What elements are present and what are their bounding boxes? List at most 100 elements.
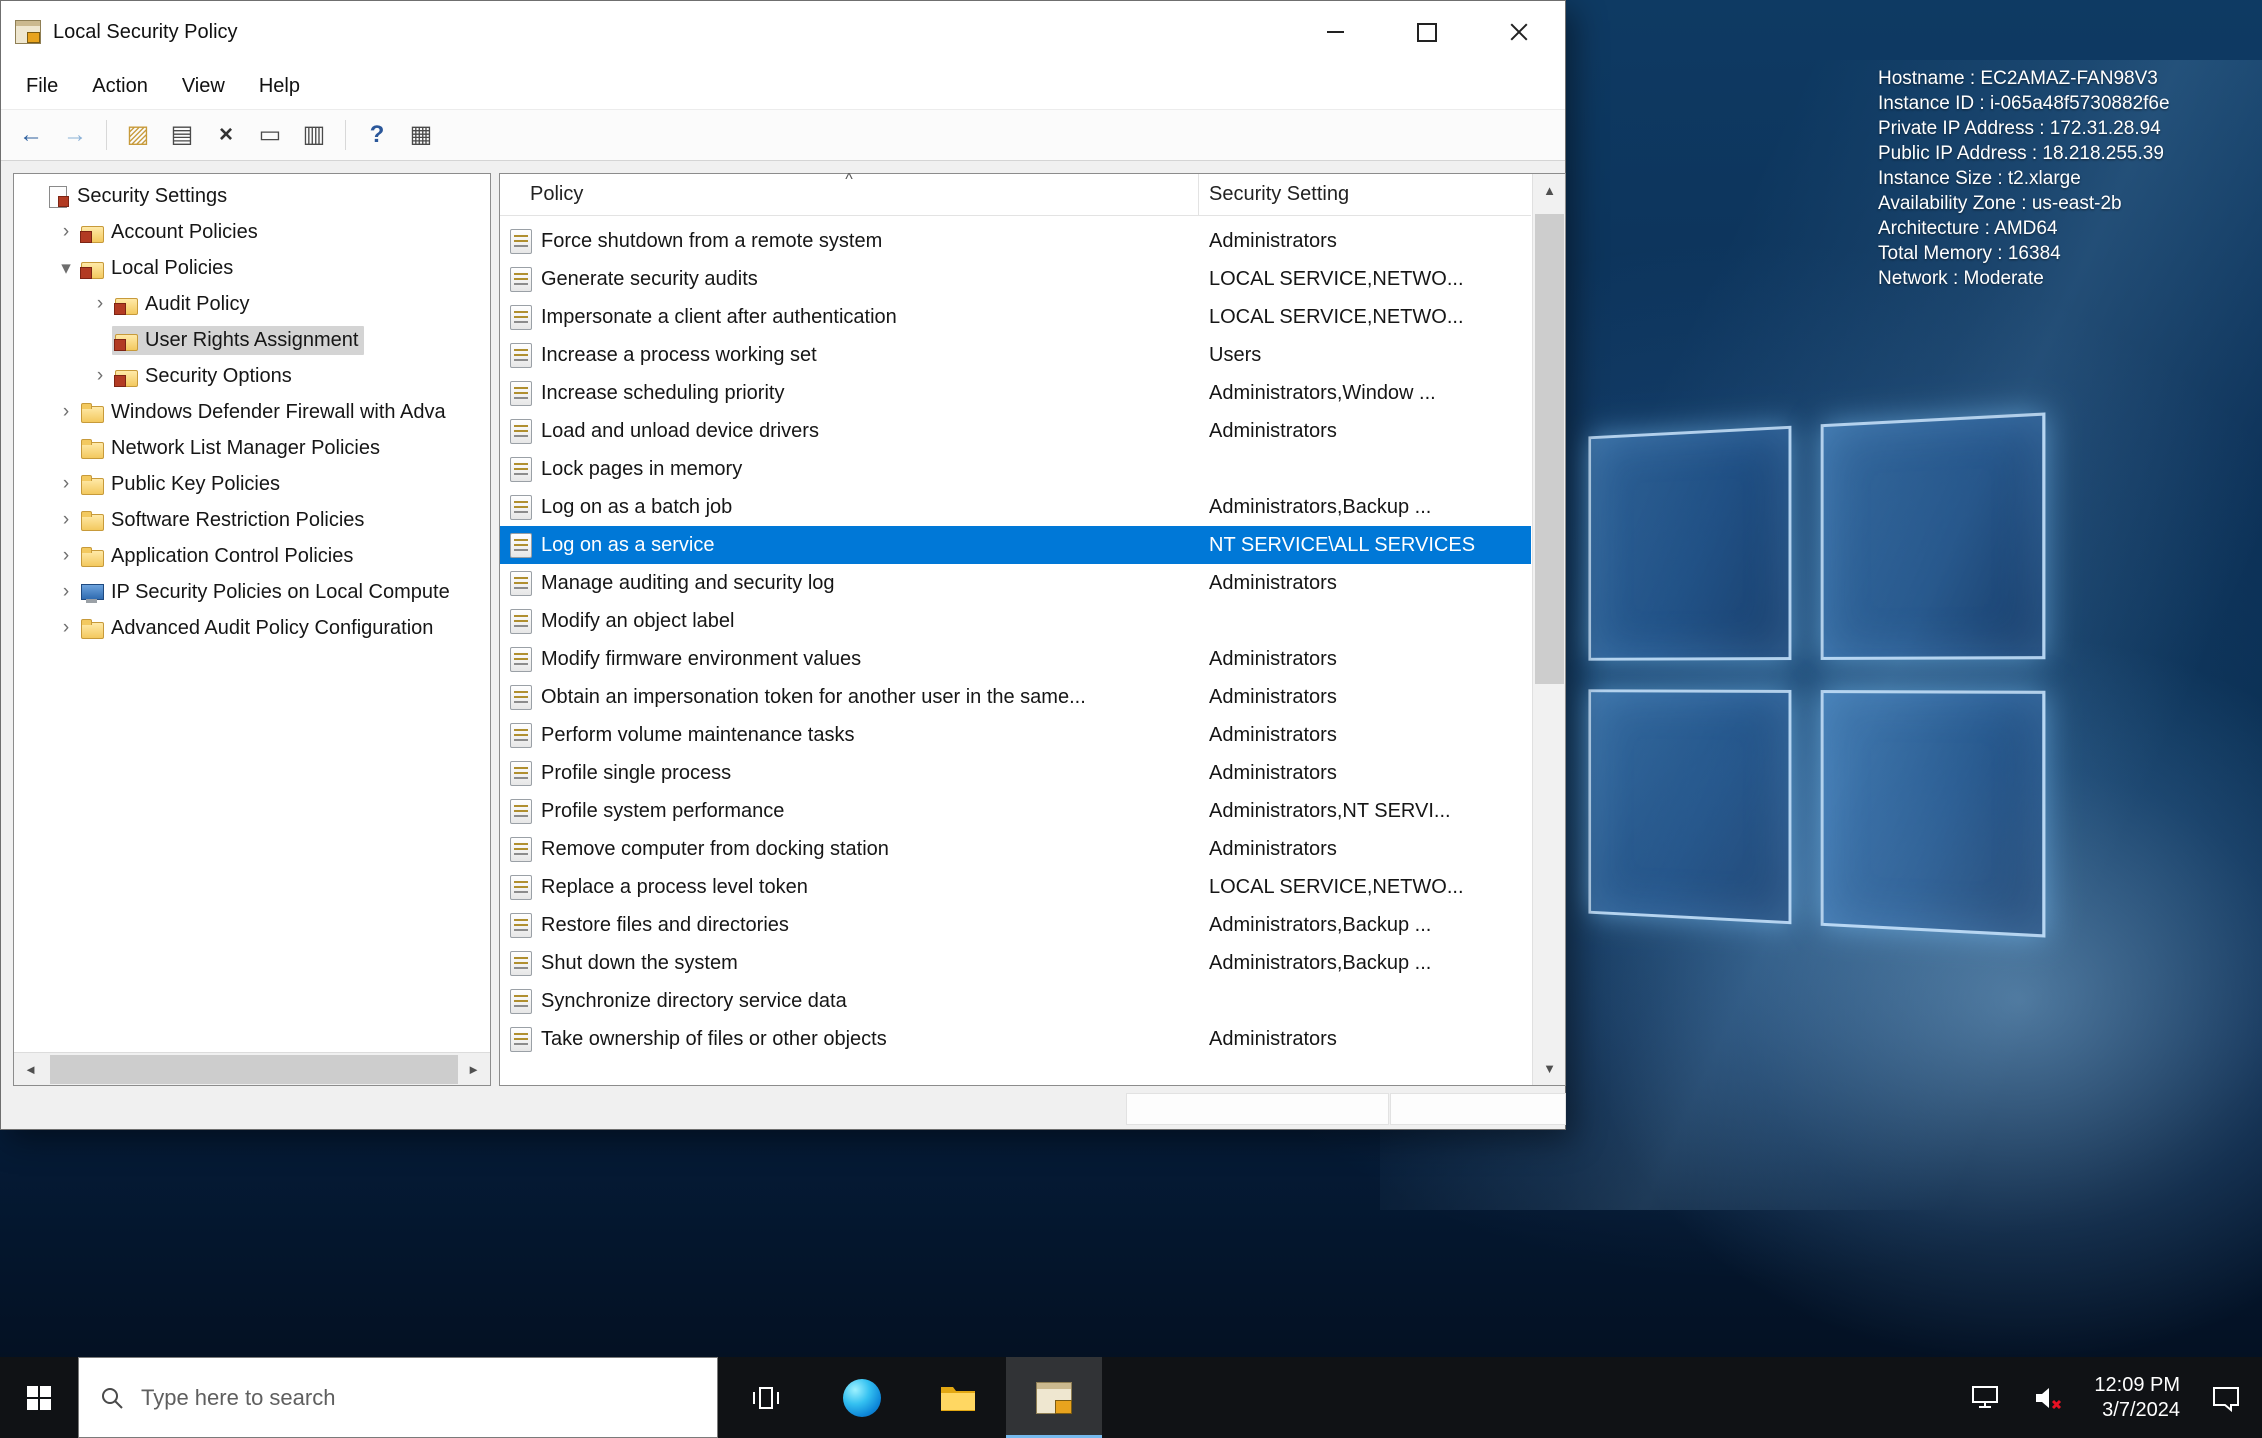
expander-icon[interactable]: › <box>54 509 78 531</box>
policy-row-synchronize-directory-service-data[interactable]: Synchronize directory service data <box>500 982 1531 1020</box>
policy-row-load-and-unload-device-drivers[interactable]: Load and unload device drivers Administr… <box>500 412 1531 450</box>
scroll-right-icon[interactable]: ► <box>457 1053 490 1085</box>
tree-item-label: Software Restriction Policies <box>111 508 365 531</box>
file-explorer-button[interactable] <box>910 1357 1006 1438</box>
policy-document-icon <box>510 228 532 254</box>
expander-icon[interactable]: › <box>88 365 112 387</box>
tree-item-public-key-policies[interactable]: › Public Key Policies <box>14 466 490 502</box>
expander-icon[interactable]: › <box>54 221 78 243</box>
scroll-left-icon[interactable]: ◄ <box>14 1053 47 1085</box>
task-view-button[interactable] <box>718 1357 814 1438</box>
menu-action[interactable]: Action <box>75 63 165 109</box>
policy-row-obtain-an-impersonation-token-for-another-us[interactable]: Obtain an impersonation token for anothe… <box>500 678 1531 716</box>
expander-icon[interactable]: › <box>54 617 78 639</box>
policy-setting: Administrators <box>1209 723 1337 746</box>
scroll-up-icon[interactable]: ▲ <box>1533 174 1566 207</box>
policy-row-impersonate-a-client-after-authentication[interactable]: Impersonate a client after authenticatio… <box>500 298 1531 336</box>
tree-item-security-settings[interactable]: Security Settings <box>14 178 490 214</box>
expander-icon[interactable]: › <box>54 473 78 495</box>
policy-document-icon <box>510 266 532 292</box>
maximize-button[interactable] <box>1381 1 1473 63</box>
scrollbar-thumb[interactable] <box>50 1055 458 1084</box>
tree-item-label: IP Security Policies on Local Compute <box>111 580 450 603</box>
tree-item-windows-defender-firewall-with-adva[interactable]: › Windows Defender Firewall with Adva <box>14 394 490 430</box>
policy-row-take-ownership-of-files-or-other-objects[interactable]: Take ownership of files or other objects… <box>500 1020 1531 1058</box>
title-bar[interactable]: Local Security Policy <box>1 1 1565 63</box>
back-button[interactable]: ← <box>9 113 53 157</box>
edge-button[interactable] <box>814 1357 910 1438</box>
policy-row-log-on-as-a-batch-job[interactable]: Log on as a batch job Administrators,Bac… <box>500 488 1531 526</box>
policy-row-increase-scheduling-priority[interactable]: Increase scheduling priority Administrat… <box>500 374 1531 412</box>
tree-item-account-policies[interactable]: › Account Policies <box>14 214 490 250</box>
tree-item-icon <box>114 330 138 351</box>
local-security-policy-window: Local Security Policy File Action View Help… <box>0 0 1566 1130</box>
policy-row-perform-volume-maintenance-tasks[interactable]: Perform volume maintenance tasks Adminis… <box>500 716 1531 754</box>
expander-icon[interactable]: › <box>54 581 78 603</box>
policy-row-replace-a-process-level-token[interactable]: Replace a process level token LOCAL SERV… <box>500 868 1531 906</box>
expander-icon[interactable]: ▾ <box>54 257 78 280</box>
help-button[interactable]: ? <box>355 113 399 157</box>
clock[interactable]: 12:09 PM 3/7/2024 <box>2094 1373 2180 1423</box>
policy-document-icon <box>510 304 532 330</box>
tree-item-icon <box>80 222 104 243</box>
delete-button[interactable]: × <box>204 113 248 157</box>
start-button[interactable] <box>0 1357 78 1438</box>
policy-row-restore-files-and-directories[interactable]: Restore files and directories Administra… <box>500 906 1531 944</box>
menu-view[interactable]: View <box>165 63 242 109</box>
network-button[interactable] <box>1970 1383 2002 1413</box>
policy-row-increase-a-process-working-set[interactable]: Increase a process working set Users <box>500 336 1531 374</box>
tree-item-advanced-audit-policy-configuration[interactable]: › Advanced Audit Policy Configuration <box>14 610 490 646</box>
column-header-security-setting[interactable]: Security Setting <box>1199 174 1531 215</box>
tree-item-application-control-policies[interactable]: › Application Control Policies <box>14 538 490 574</box>
forward-button[interactable]: → <box>53 113 97 157</box>
minimize-button[interactable] <box>1289 1 1381 63</box>
export-list-button[interactable]: ▥ <box>292 113 336 157</box>
action-center-button[interactable] <box>2210 1383 2242 1413</box>
list-vertical-scrollbar[interactable]: ▲ ▼ <box>1532 174 1565 1085</box>
column-header-policy[interactable]: ^ Policy <box>500 171 1199 215</box>
policy-row-lock-pages-in-memory[interactable]: Lock pages in memory <box>500 450 1531 488</box>
tree-horizontal-scrollbar[interactable]: ◄ ► <box>14 1052 490 1085</box>
volume-muted-button[interactable] <box>2032 1383 2064 1413</box>
policy-row-profile-single-process[interactable]: Profile single process Administrators <box>500 754 1531 792</box>
policy-row-manage-auditing-and-security-log[interactable]: Manage auditing and security log Adminis… <box>500 564 1531 602</box>
view-menu-button[interactable]: ▦ <box>399 113 443 157</box>
policy-row-force-shutdown-from-a-remote-system[interactable]: Force shutdown from a remote system Admi… <box>500 222 1531 260</box>
scrollbar-thumb[interactable] <box>1535 214 1564 684</box>
windows-logo-pane <box>1588 689 1792 925</box>
policy-row-modify-firmware-environment-values[interactable]: Modify firmware environment values Admin… <box>500 640 1531 678</box>
policy-name: Load and unload device drivers <box>541 419 819 442</box>
properties-button[interactable]: ▭ <box>248 113 292 157</box>
policy-row-shut-down-the-system[interactable]: Shut down the system Administrators,Back… <box>500 944 1531 982</box>
tree-item-user-rights-assignment[interactable]: User Rights Assignment <box>14 322 490 358</box>
up-button[interactable]: ▨ <box>116 113 160 157</box>
expander-icon[interactable]: › <box>54 401 78 423</box>
scroll-down-icon[interactable]: ▼ <box>1533 1052 1566 1085</box>
policy-row-modify-an-object-label[interactable]: Modify an object label <box>500 602 1531 640</box>
expander-icon[interactable]: › <box>54 545 78 567</box>
menu-file[interactable]: File <box>9 63 75 109</box>
tree-item-label: User Rights Assignment <box>145 328 359 351</box>
statusbar-segment <box>1390 1093 1566 1125</box>
tree-item-software-restriction-policies[interactable]: › Software Restriction Policies <box>14 502 490 538</box>
policy-row-remove-computer-from-docking-station[interactable]: Remove computer from docking station Adm… <box>500 830 1531 868</box>
policy-row-generate-security-audits[interactable]: Generate security audits LOCAL SERVICE,N… <box>500 260 1531 298</box>
info-line: Availability Zone : us-east-2b <box>1878 193 2122 214</box>
tree-item-network-list-manager-policies[interactable]: Network List Manager Policies <box>14 430 490 466</box>
show-console-tree-button[interactable]: ▤ <box>160 113 204 157</box>
menu-help[interactable]: Help <box>242 63 317 109</box>
tree-item-security-options[interactable]: › Security Options <box>14 358 490 394</box>
file-explorer-icon <box>941 1386 975 1411</box>
tree-item-local-policies[interactable]: ▾ Local Policies <box>14 250 490 286</box>
close-button[interactable] <box>1473 1 1565 63</box>
tree-item-ip-security-policies-on-local-compute[interactable]: › IP Security Policies on Local Compute <box>14 574 490 610</box>
tree-item-audit-policy[interactable]: › Audit Policy <box>14 286 490 322</box>
policy-name: Log on as a batch job <box>541 495 733 518</box>
local-security-policy-taskbar-button[interactable] <box>1006 1357 1102 1438</box>
policy-row-log-on-as-a-service[interactable]: Log on as a service NT SERVICE\ALL SERVI… <box>500 526 1531 564</box>
policy-row-profile-system-performance[interactable]: Profile system performance Administrator… <box>500 792 1531 830</box>
search-box[interactable]: Type here to search <box>78 1357 718 1438</box>
policy-document-icon <box>510 798 532 824</box>
tree-item-icon <box>80 510 104 531</box>
expander-icon[interactable]: › <box>88 293 112 315</box>
